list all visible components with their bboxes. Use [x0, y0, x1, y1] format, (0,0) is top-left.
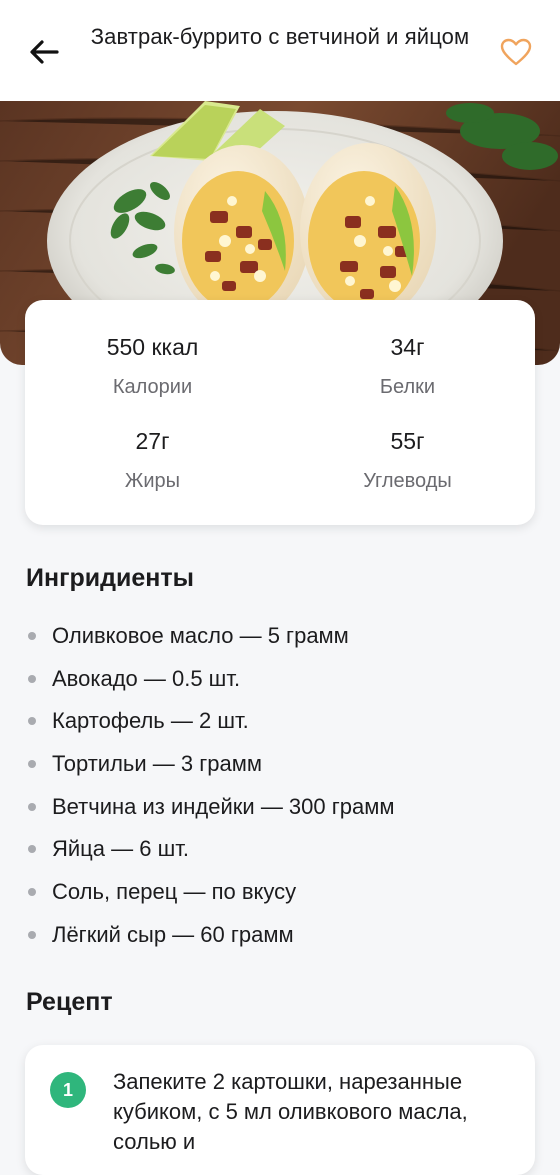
list-item: Соль, перец — по вкусу [26, 871, 546, 914]
carbs-label: Углеводы [363, 470, 452, 492]
step-text: Запеките 2 картошки, нарезанные кубиком,… [113, 1069, 468, 1154]
list-item: Оливковое масло — 5 грамм [26, 615, 546, 658]
nutrition-protein: 34г Белки [280, 333, 535, 400]
bullet-dot [28, 845, 36, 854]
fat-label: Жиры [124, 470, 181, 492]
calories-value: 550 ккал [106, 334, 199, 360]
favorite-button[interactable] [494, 30, 538, 74]
list-item: Лёгкий сыр — 60 грамм [26, 914, 546, 957]
fat-value: 27г [135, 428, 170, 454]
bullet-dot [28, 674, 36, 683]
bullet-dot [28, 888, 36, 897]
calories-label: Калории [112, 376, 193, 398]
nutrition-carbs: 55г Углеводы [280, 427, 535, 494]
arrow-left-icon [30, 40, 59, 64]
list-item: Яйца — 6 шт. [26, 828, 546, 871]
ingredient-text: Яйца — 6 шт. [52, 836, 189, 862]
ingredient-text: Оливковое масло — 5 грамм [52, 623, 349, 648]
bullet-dot [28, 802, 36, 811]
recipe-title: Рецепт [26, 988, 113, 1016]
list-item: Ветчина из индейки — 300 грамм [26, 786, 546, 829]
ingredient-text: Авокадо — 0.5 шт. [52, 665, 241, 691]
bullet-dot [28, 632, 36, 640]
bullet-dot [28, 930, 36, 939]
nutrition-fat: 27г Жиры [25, 427, 280, 494]
bullet-dot [28, 760, 36, 769]
ingredient-text: Тортильи — 3 грамм [52, 751, 262, 777]
recipe-step-card: 1 Запеките 2 картошки, нарезанные кубико… [25, 1045, 535, 1175]
ingredients-list: Оливковое масло — 5 грамм Авокадо — 0.5 … [26, 615, 546, 957]
back-button[interactable] [22, 30, 66, 74]
bullet-dot [28, 717, 36, 726]
list-item: Тортильи — 3 грамм [26, 743, 546, 786]
ingredient-text: Лёгкий сыр — 60 грамм [52, 921, 294, 947]
list-item: Картофель — 2 шт. [26, 700, 546, 743]
list-item: Авокадо — 0.5 шт. [26, 658, 546, 701]
nutrition-calories: 550 ккал Калории [25, 333, 280, 400]
protein-value: 34г [390, 334, 425, 360]
protein-label: Белки [379, 376, 436, 398]
top-app-bar: Завтрак-буррито с ветчиной и яйцом [0, 0, 560, 101]
heart-outline-icon [500, 38, 532, 66]
page-title: Завтрак-буррито с ветчиной и яйцом [90, 24, 470, 49]
nutrition-card: 550 ккал Калории 34г Белки 27г Жиры 55г … [25, 300, 535, 525]
step-number-badge: 1 [50, 1072, 86, 1108]
ingredients-title: Ингридиенты [26, 564, 194, 592]
carbs-value: 55г [390, 428, 425, 454]
ingredient-text: Картофель — 2 шт. [52, 708, 249, 734]
ingredient-text: Ветчина из индейки — 300 грамм [52, 793, 395, 819]
ingredient-text: Соль, перец — по вкусу [52, 879, 297, 905]
